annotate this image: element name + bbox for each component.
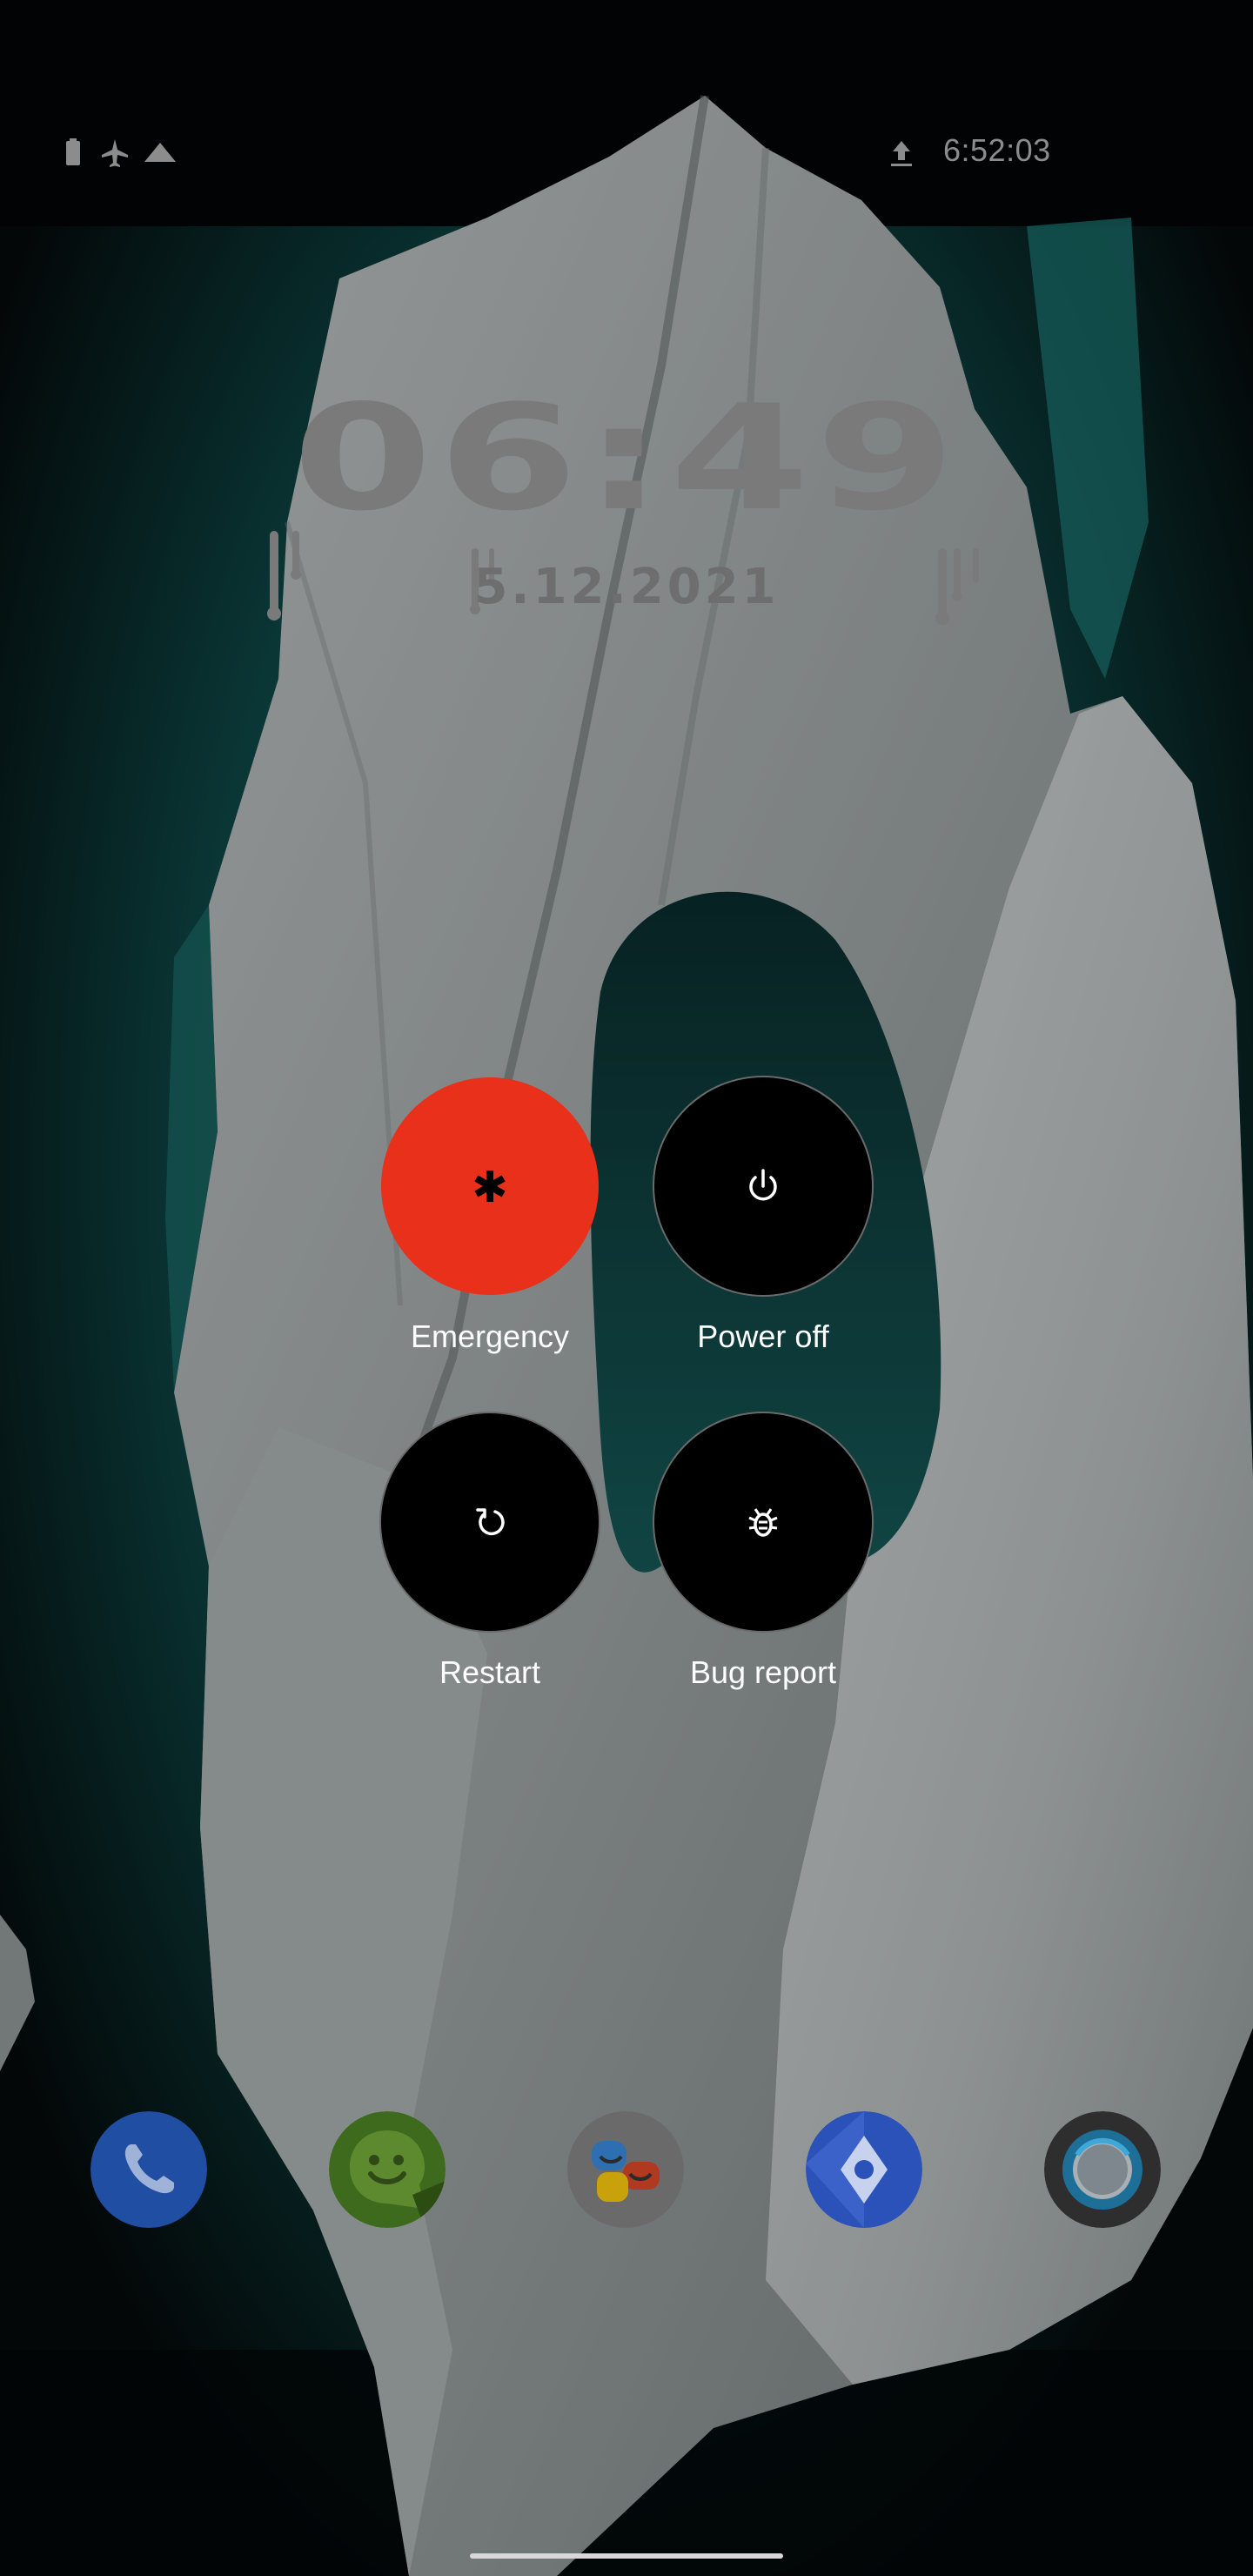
power-off-label: Power off	[697, 1318, 829, 1354]
signal-icon	[143, 136, 178, 171]
airplane-mode-icon	[97, 136, 132, 171]
messenger-app-icon[interactable]	[329, 2111, 446, 2228]
power-icon	[749, 1169, 777, 1201]
gesture-nav-handle[interactable]	[470, 2553, 783, 2559]
camera-app-icon[interactable]	[1044, 2111, 1161, 2228]
status-bar: 6:52:03	[0, 122, 1253, 184]
restart-button[interactable]	[381, 1413, 599, 1631]
power-off-button[interactable]	[654, 1077, 872, 1295]
battery-icon	[56, 136, 90, 171]
emergency-asterisk-icon	[474, 1171, 506, 1202]
chat-app-icon[interactable]	[567, 2111, 684, 2228]
restart-icon	[476, 1508, 505, 1536]
maps-app-icon[interactable]	[806, 2111, 922, 2228]
restart-label: Restart	[439, 1654, 541, 1690]
lockscreen-date: 5.12.2021	[473, 559, 780, 615]
lockscreen-clock: 06:49	[291, 373, 962, 543]
screen: 6:52:03 06:49 5.12.2021 Emergency Power …	[0, 0, 1253, 2576]
status-time: 6:52:03	[943, 132, 1051, 168]
emergency-label: Emergency	[410, 1318, 570, 1354]
bug-icon	[748, 1508, 778, 1537]
bug-report-label: Bug report	[689, 1654, 837, 1690]
upload-icon	[884, 136, 919, 171]
bug-report-button[interactable]	[654, 1413, 872, 1631]
emergency-button[interactable]	[381, 1077, 599, 1295]
phone-app-icon[interactable]	[90, 2111, 207, 2228]
